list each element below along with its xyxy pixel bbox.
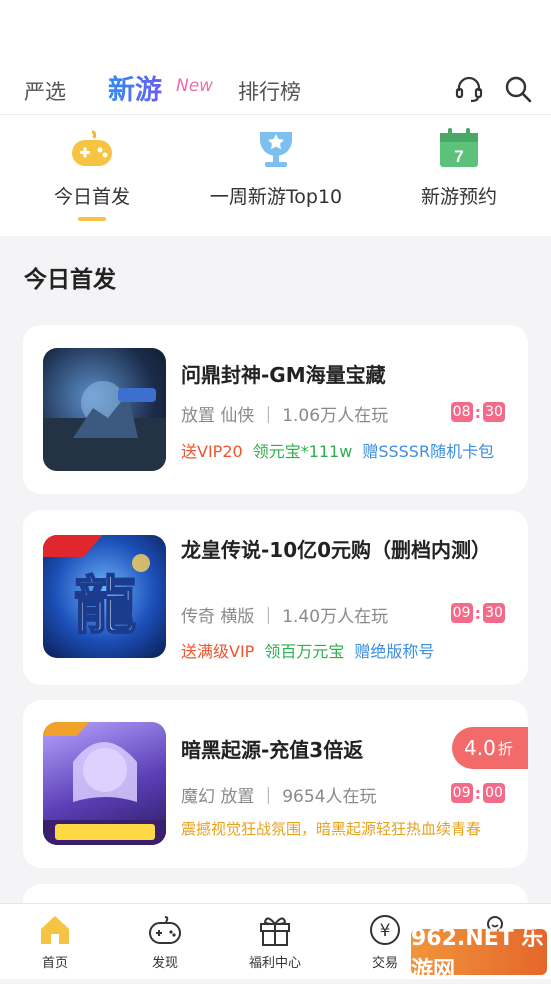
bottom-nav-label: 发现 xyxy=(130,952,200,971)
search-icon[interactable] xyxy=(503,74,533,104)
launch-hour: 09 xyxy=(451,603,473,623)
gift-icon xyxy=(257,912,293,948)
perk-tag: 送满级VIP xyxy=(181,642,254,661)
home-icon xyxy=(37,912,73,948)
yuan-icon: ¥ xyxy=(367,912,403,948)
game-title: 问鼎封神-GM海量宝藏 xyxy=(181,361,386,389)
divider xyxy=(0,114,551,115)
tab-label: 一周新游Top10 xyxy=(202,182,350,209)
discount-unit: 折 xyxy=(498,738,513,759)
active-indicator xyxy=(78,217,106,221)
launch-minute: 30 xyxy=(483,603,505,623)
game-meta: 魔幻 放置 ｜ 9654人在玩 xyxy=(181,782,376,807)
perk-tag: 赠SSSSR随机卡包 xyxy=(362,442,494,461)
bottom-nav-label: 福利中心 xyxy=(240,952,310,971)
bottom-nav-welfare[interactable]: 福利中心 xyxy=(240,912,310,971)
bottom-nav-trade[interactable]: ¥ 交易 xyxy=(350,912,420,971)
game-card[interactable]: 问鼎封神-GM海量宝藏 放置 仙侠 ｜ 1.06万人在玩 08:30 送VIP2… xyxy=(23,325,528,494)
calendar-day: 7 xyxy=(454,147,463,166)
nav-tab-yanxuan[interactable]: 严选 xyxy=(24,76,66,106)
svg-text:龍: 龍 xyxy=(74,569,136,642)
calendar-icon: 7 xyxy=(435,124,483,172)
bottom-nav-label: 交易 xyxy=(350,952,420,971)
game-title: 暗黑起源-充值3倍返 xyxy=(181,736,363,764)
game-description: 震撼视觉狂战氛围，暗黑起源轻狂热血续青春 xyxy=(181,818,481,839)
sub-tabs: 今日首发 一周新游Top10 7 新游预约 xyxy=(0,124,551,234)
discount-value: 4.0 xyxy=(464,736,496,760)
perk-tag: 领元宝*111w xyxy=(253,442,353,461)
trophy-icon xyxy=(252,124,300,172)
game-thumbnail[interactable] xyxy=(43,722,166,845)
launch-hour: 08 xyxy=(451,402,473,422)
game-card[interactable]: 暗黑起源-充值3倍返 4.0折 魔幻 放置 ｜ 9654人在玩 09:00 震撼… xyxy=(23,700,528,868)
launch-time: 08:30 xyxy=(451,402,505,422)
tab-weekly-top10[interactable]: 一周新游Top10 xyxy=(202,124,350,209)
headset-icon[interactable] xyxy=(454,74,484,104)
game-thumbnail[interactable] xyxy=(43,348,166,471)
launch-minute: 30 xyxy=(483,402,505,422)
launch-hour: 09 xyxy=(451,783,473,803)
game-title: 龙皇传说-10亿0元购（删档内测） xyxy=(181,536,501,564)
new-tag: New xyxy=(176,76,213,96)
perk-tag: 赠绝版称号 xyxy=(354,642,434,661)
game-thumbnail[interactable]: 龍 xyxy=(43,535,166,658)
perk-tag: 领百万元宝 xyxy=(264,642,344,661)
top-nav: 严选 新游 New 排行榜 xyxy=(0,66,551,114)
launch-time: 09:00 xyxy=(451,783,505,803)
tab-reservation[interactable]: 7 新游预约 xyxy=(414,124,504,209)
game-card[interactable]: 龍 龙皇传说-10亿0元购（删档内测） 传奇 横版 ｜ 1.40万人在玩 09:… xyxy=(23,510,528,685)
watermark-text: 962.NET 乐游网 xyxy=(411,920,547,984)
tab-label: 今日首发 xyxy=(44,182,140,209)
top-header: 严选 新游 New 排行榜 今日首发 一周新游Top10 7 xyxy=(0,0,551,236)
launch-time: 09:30 xyxy=(451,603,505,623)
svg-text:¥: ¥ xyxy=(380,921,391,941)
nav-tab-xinyou[interactable]: 新游 xyxy=(108,68,162,107)
gamepad-outline-icon xyxy=(147,912,183,948)
bottom-nav-home[interactable]: 首页 xyxy=(20,912,90,971)
section-title: 今日首发 xyxy=(24,260,116,294)
watermark-logo: 962.NET 乐游网 xyxy=(411,929,547,975)
gamepad-icon xyxy=(68,124,116,172)
launch-minute: 00 xyxy=(483,783,505,803)
game-perks: 送满级VIP 领百万元宝赠绝版称号 xyxy=(181,638,444,662)
discount-badge: 4.0折 xyxy=(452,727,528,769)
bottom-nav-label: 首页 xyxy=(20,952,90,971)
nav-tab-paihangbang[interactable]: 排行榜 xyxy=(238,76,301,106)
game-meta: 放置 仙侠 ｜ 1.06万人在玩 xyxy=(181,401,388,426)
game-perks: 送VIP20 领元宝*111w 赠SSSSR随机卡包 xyxy=(181,438,504,462)
tab-label: 新游预约 xyxy=(414,182,504,209)
tab-today-launch[interactable]: 今日首发 xyxy=(44,124,140,221)
perk-tag: 送VIP20 xyxy=(181,442,243,461)
game-meta: 传奇 横版 ｜ 1.40万人在玩 xyxy=(181,602,388,627)
bottom-nav-discover[interactable]: 发现 xyxy=(130,912,200,971)
